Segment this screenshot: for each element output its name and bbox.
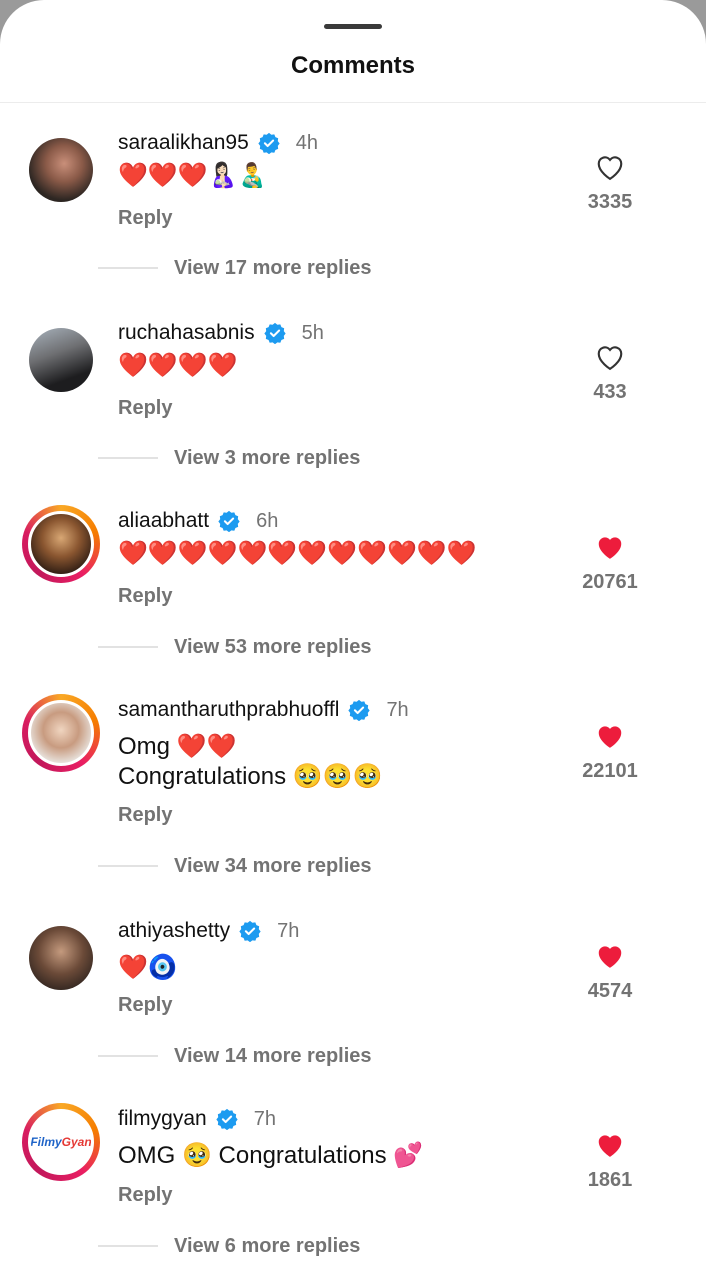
verified-badge-icon	[348, 699, 371, 721]
page-title: Comments	[290, 52, 416, 79]
comment-username[interactable]: filmygyan	[118, 1107, 207, 1131]
replies-line	[98, 865, 158, 867]
replies-line	[98, 646, 158, 648]
avatar[interactable]	[22, 919, 100, 997]
verified-badge-icon	[239, 920, 261, 942]
comment-text: Omg ❤️❤️ Congratulations 🥹🥹🥹	[118, 733, 383, 790]
avatar-story-ring[interactable]	[22, 505, 100, 583]
heart-filled-icon[interactable]	[595, 942, 625, 970]
replies-line	[98, 267, 158, 269]
avatar-image	[29, 328, 93, 392]
like-count: 4574	[587, 980, 633, 1002]
comment-time: 5h	[301, 321, 324, 344]
reply-button[interactable]: Reply	[118, 207, 172, 230]
heart-outline-icon[interactable]	[595, 343, 625, 371]
comment-item: saraalikhan95 4h ❤️❤️❤️🤱🏻👨‍🍼 Reply 3335 …	[0, 131, 706, 311]
like-button[interactable]: 3335	[555, 153, 665, 214]
avatar-image	[29, 926, 93, 990]
avatar[interactable]	[22, 131, 100, 209]
comment-username[interactable]: aliaabhatt	[118, 509, 209, 533]
comment-item: samantharuthprabhuoffl 7h Omg ❤️❤️ Congr…	[0, 694, 706, 877]
avatar-image	[28, 700, 94, 766]
replies-line	[98, 457, 158, 459]
like-button[interactable]: 20761	[555, 533, 665, 594]
replies-line	[98, 1055, 158, 1057]
view-replies-button[interactable]: View 53 more replies	[174, 636, 372, 659]
filmygyan-logo: Filmy Gyan	[28, 1109, 94, 1175]
like-button[interactable]: 4574	[555, 942, 665, 1003]
like-count: 22101	[582, 760, 638, 782]
avatar-story-ring[interactable]: Filmy Gyan	[22, 1103, 100, 1181]
comment-item: ruchahasabnis 5h ❤️❤️❤️❤️ Reply 433 View…	[0, 321, 706, 501]
view-replies-button[interactable]: View 3 more replies	[174, 447, 360, 470]
comment-item: aliaabhatt 6h ❤️❤️❤️❤️❤️❤️❤️❤️❤️❤️❤️❤️ R…	[0, 505, 706, 685]
header-divider	[0, 102, 706, 103]
comment-text: ❤️❤️❤️❤️❤️❤️❤️❤️❤️❤️❤️❤️	[118, 540, 477, 567]
comment-time: 4h	[295, 131, 319, 154]
view-replies-button[interactable]: View 14 more replies	[174, 1045, 372, 1068]
view-replies-button[interactable]: View 17 more replies	[174, 257, 372, 280]
replies-line	[98, 1245, 158, 1247]
comment-item: athiyashetty 7h ❤️🧿 Reply 4574 View 14 m…	[0, 919, 706, 1099]
heart-filled-icon[interactable]	[595, 533, 625, 561]
comment-username[interactable]: athiyashetty	[118, 919, 230, 943]
comment-text: ❤️❤️❤️🤱🏻👨‍🍼	[118, 162, 268, 189]
like-button[interactable]: 22101	[555, 722, 665, 783]
like-count: 1861	[587, 1169, 633, 1191]
comment-text: ❤️🧿	[118, 954, 178, 981]
comment-text: ❤️❤️❤️❤️	[118, 352, 238, 379]
comment-username[interactable]: samantharuthprabhuoffl	[118, 698, 339, 722]
like-count: 3335	[587, 191, 633, 213]
verified-badge-icon	[216, 1108, 238, 1130]
reply-button[interactable]: Reply	[118, 1184, 172, 1207]
reply-button[interactable]: Reply	[118, 994, 172, 1017]
drag-handle[interactable]	[324, 24, 382, 29]
comment-text: OMG 🥹 Congratulations 💕	[118, 1142, 424, 1169]
like-button[interactable]: 433	[555, 343, 665, 404]
heart-outline-icon[interactable]	[595, 153, 625, 181]
comment-time: 6h	[256, 509, 279, 532]
like-count: 433	[593, 381, 627, 403]
avatar-image	[28, 511, 94, 577]
like-count: 20761	[582, 571, 638, 593]
verified-badge-icon	[218, 510, 240, 532]
heart-filled-icon[interactable]	[595, 1131, 625, 1159]
avatar-story-ring[interactable]	[22, 694, 100, 772]
like-button[interactable]: 1861	[555, 1131, 665, 1192]
comment-username[interactable]: saraalikhan95	[118, 131, 249, 155]
comment-username[interactable]: ruchahasabnis	[118, 321, 255, 345]
view-replies-button[interactable]: View 6 more replies	[174, 1235, 360, 1258]
reply-button[interactable]: Reply	[118, 585, 172, 608]
heart-filled-icon[interactable]	[595, 722, 625, 750]
comment-item: Filmy Gyan filmygyan 7h OMG 🥹 Congratulat…	[0, 1103, 706, 1261]
comment-time: 7h	[253, 1107, 276, 1130]
comment-time: 7h	[386, 698, 409, 721]
comment-time: 7h	[277, 919, 300, 942]
view-replies-button[interactable]: View 34 more replies	[174, 855, 372, 878]
reply-button[interactable]: Reply	[118, 397, 172, 420]
verified-badge-icon	[258, 132, 280, 154]
avatar-image	[29, 138, 93, 202]
verified-badge-icon	[263, 322, 286, 344]
reply-button[interactable]: Reply	[118, 804, 172, 827]
avatar[interactable]	[22, 321, 100, 399]
comments-sheet: Comments saraalikhan95 4h ❤️❤️❤️🤱🏻👨‍🍼 Re…	[0, 0, 706, 1261]
